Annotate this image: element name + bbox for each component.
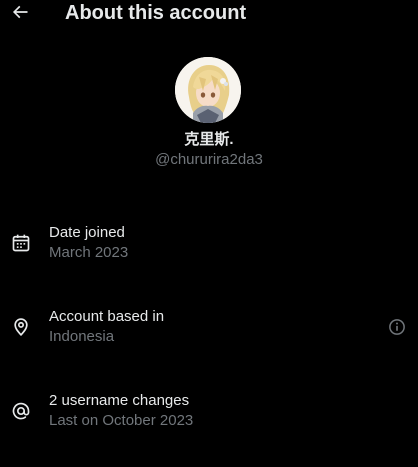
account-based-in-label: Account based in (49, 308, 165, 325)
info-icon (389, 319, 405, 335)
avatar-image (175, 57, 241, 123)
location-pin-icon (10, 316, 32, 338)
back-button[interactable] (8, 0, 32, 24)
page-title: About this account (65, 2, 247, 24)
date-joined-value: March 2023 (49, 244, 129, 261)
info-button[interactable] (386, 316, 408, 338)
username-changes-value: Last on October 2023 (49, 412, 194, 429)
avatar[interactable] (175, 57, 241, 123)
username-changes-row: 2 username changes Last on October 2023 (0, 392, 418, 432)
account-based-in-value: Indonesia (49, 328, 115, 345)
username-handle: @chururira2da3 (155, 151, 263, 168)
date-joined-label: Date joined (49, 224, 125, 241)
at-sign-icon (10, 400, 32, 422)
header: About this account (0, 0, 418, 26)
date-joined-row: Date joined March 2023 (0, 224, 418, 264)
display-name: 克里斯. (184, 131, 234, 148)
arrow-left-icon (12, 5, 28, 19)
username-changes-label: 2 username changes (49, 392, 190, 409)
calendar-icon (10, 232, 32, 254)
account-based-in-row: Account based in Indonesia (0, 308, 418, 348)
